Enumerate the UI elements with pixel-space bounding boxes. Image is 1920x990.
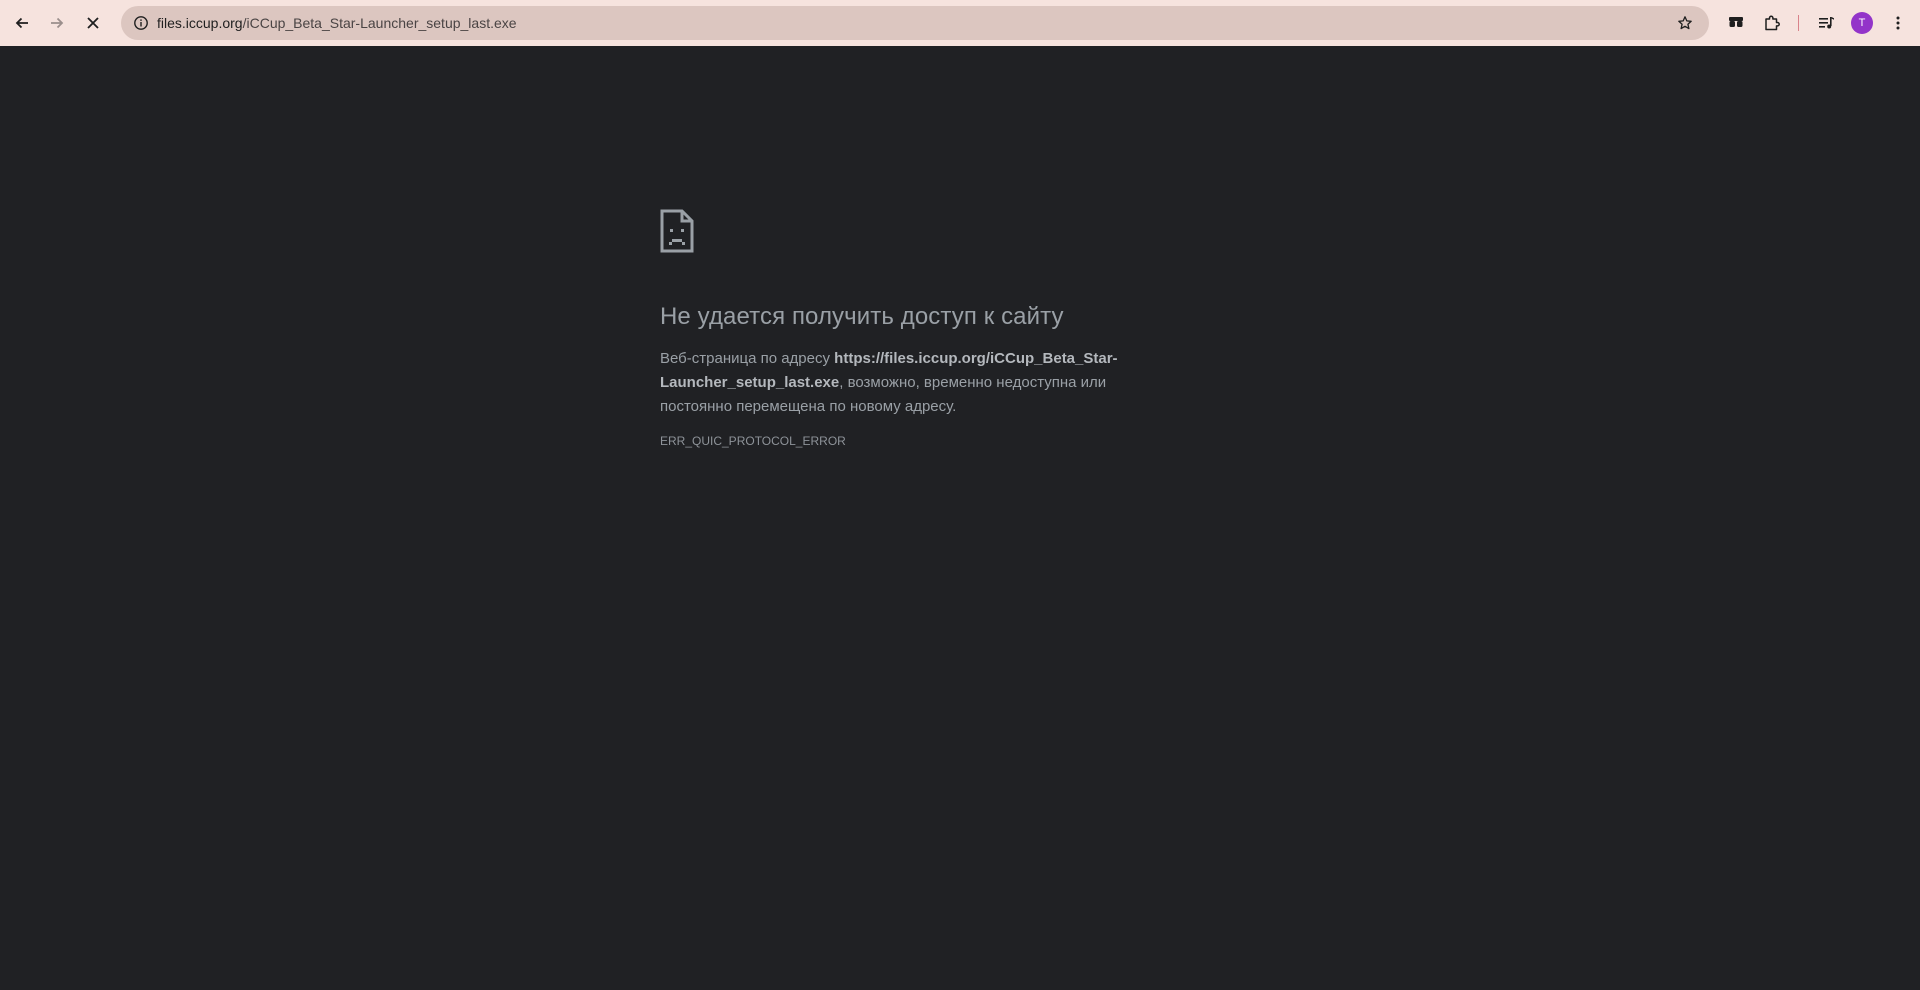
address-bar[interactable]: files.iccup.org/iCCup_Beta_Star-Launcher… bbox=[121, 6, 1709, 40]
arrow-right-icon bbox=[51, 17, 64, 29]
playlist-music-icon bbox=[1819, 17, 1834, 29]
kebab-menu-icon bbox=[1896, 16, 1900, 30]
browser-toolbar: files.iccup.org/iCCup_Beta_Star-Launcher… bbox=[0, 0, 1920, 46]
error-url-part2: Launcher_setup_last.exe bbox=[660, 374, 840, 391]
back-button[interactable] bbox=[6, 7, 38, 39]
bookmark-star-icon[interactable] bbox=[1673, 11, 1697, 35]
browser-menu-button[interactable] bbox=[1882, 7, 1914, 39]
profile-avatar[interactable]: T bbox=[1851, 12, 1873, 34]
error-title: Не удается получить доступ к сайту bbox=[660, 303, 1064, 330]
forward-button[interactable] bbox=[41, 7, 73, 39]
url-domain: files.iccup.org bbox=[157, 15, 243, 31]
puzzle-icon bbox=[1765, 15, 1780, 31]
error-description: Веб-страница по адресу https://files.icc… bbox=[660, 347, 1180, 419]
sad-document-icon bbox=[660, 209, 694, 253]
error-description-prefix: Веб-страница по адресу bbox=[660, 350, 835, 367]
media-control-button[interactable] bbox=[1810, 7, 1842, 39]
error-url-part1: https://files.iccup.org/iCCup_Beta_Star- bbox=[834, 350, 1118, 367]
sunglasses-extension-button[interactable] bbox=[1720, 7, 1752, 39]
toolbar-separator bbox=[1798, 15, 1799, 31]
site-info-icon[interactable] bbox=[129, 11, 153, 35]
arrow-left-icon bbox=[15, 17, 28, 29]
close-icon bbox=[87, 17, 99, 29]
error-code: ERR_QUIC_PROTOCOL_ERROR bbox=[660, 434, 846, 448]
address-bar-url[interactable]: files.iccup.org/iCCup_Beta_Star-Launcher… bbox=[157, 6, 517, 40]
extensions-button[interactable] bbox=[1756, 7, 1788, 39]
sunglasses-icon bbox=[1729, 17, 1743, 27]
url-path: /iCCup_Beta_Star-Launcher_setup_last.exe bbox=[242, 15, 517, 31]
stop-loading-button[interactable] bbox=[77, 7, 109, 39]
error-page-content: Не удается получить доступ к сайту Веб-с… bbox=[660, 209, 1180, 448]
